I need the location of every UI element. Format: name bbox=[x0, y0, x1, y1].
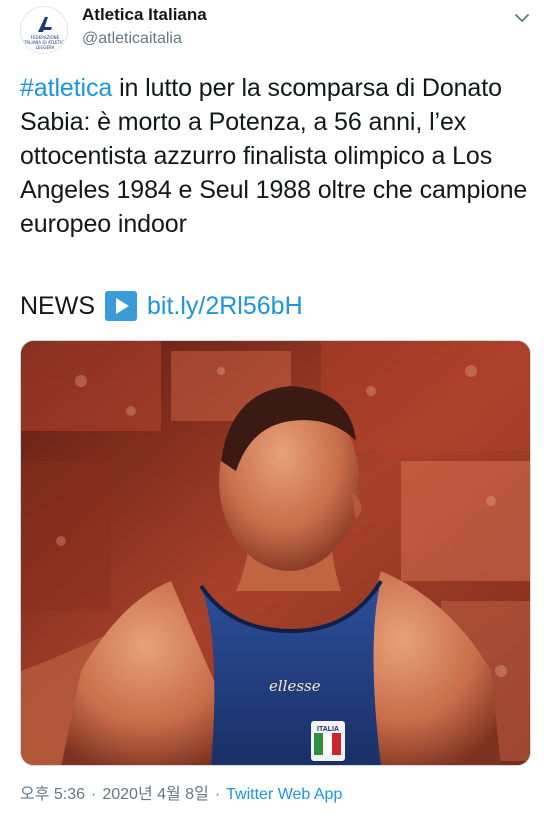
news-label: NEWS bbox=[20, 292, 95, 320]
short-link[interactable]: bit.ly/2Rl56bH bbox=[147, 289, 303, 323]
athlete-photo: ellesse ITALIA bbox=[21, 341, 530, 765]
play-button-icon bbox=[105, 291, 137, 321]
tweet-text: #atletica in lutto per la scomparsa di D… bbox=[20, 71, 535, 241]
fidal-logo-icon bbox=[38, 17, 52, 32]
tweet-photo[interactable]: ellesse ITALIA bbox=[20, 340, 531, 766]
tweet-date[interactable]: 2020년 4월 8일 bbox=[102, 785, 208, 805]
italy-badge: ITALIA bbox=[311, 721, 345, 761]
chevron-down-icon[interactable] bbox=[512, 8, 532, 28]
hashtag-link[interactable]: #atletica bbox=[20, 74, 112, 102]
tweet-source[interactable]: Twitter Web App bbox=[226, 785, 342, 805]
tweet-time[interactable]: 오후 5:36 bbox=[20, 785, 85, 805]
news-line: NEWS bit.ly/2Rl56bH bbox=[20, 289, 303, 323]
tweet-meta: 오후 5:36 · 2020년 4월 8일 · Twitter Web App bbox=[20, 785, 342, 805]
meta-separator: · bbox=[91, 786, 97, 803]
tweet-card: FEDERAZIONE ITALIANA DI ATLETICA LEGGERA… bbox=[0, 0, 550, 818]
author-name[interactable]: Atletica Italiana bbox=[82, 4, 207, 26]
avatar-caption: FEDERAZIONE ITALIANA DI ATLETICA LEGGERA bbox=[23, 35, 67, 50]
tweet-header: FEDERAZIONE ITALIANA DI ATLETICA LEGGERA… bbox=[20, 4, 532, 58]
shirt-brand-label: ellesse bbox=[269, 677, 321, 695]
meta-separator: · bbox=[214, 786, 221, 803]
avatar[interactable]: FEDERAZIONE ITALIANA DI ATLETICA LEGGERA bbox=[20, 6, 68, 54]
author-handle[interactable]: @atleticaitalia bbox=[82, 29, 182, 49]
badge-label: ITALIA bbox=[317, 726, 339, 733]
